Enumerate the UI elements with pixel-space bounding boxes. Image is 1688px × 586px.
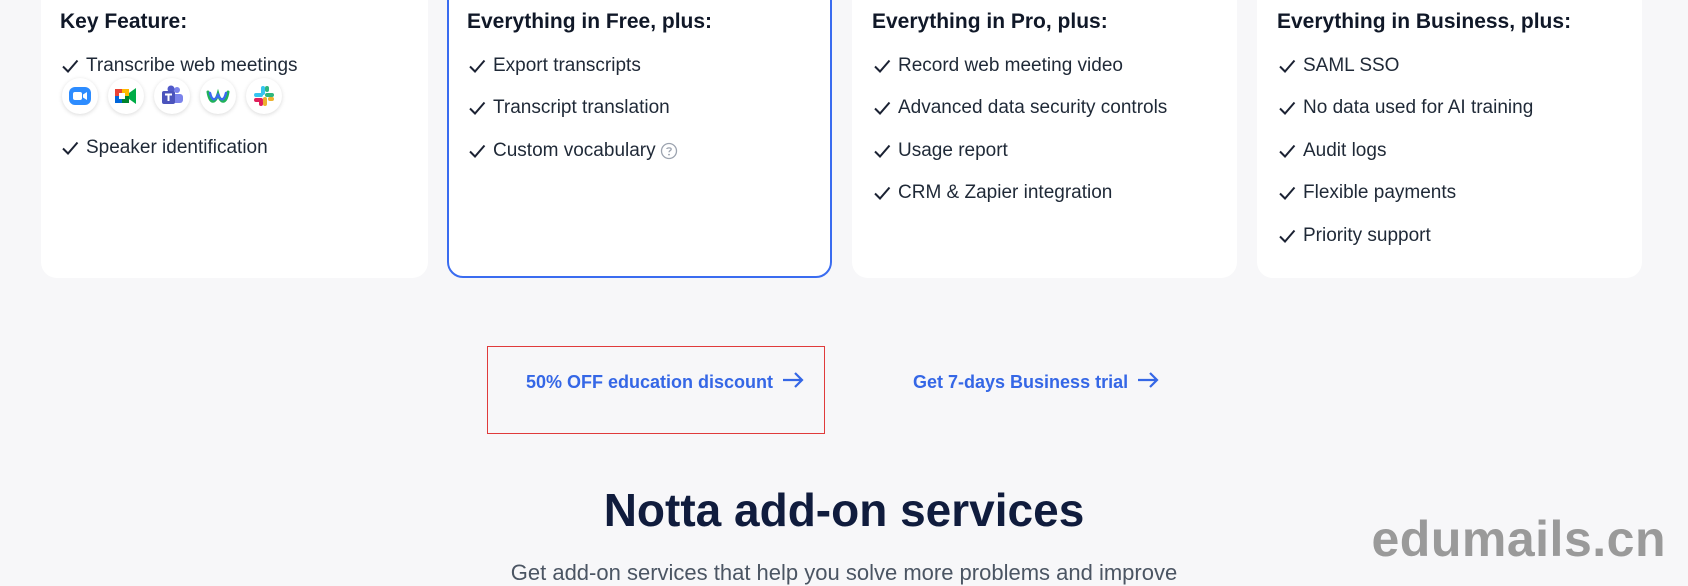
feature-label: Usage report (898, 140, 1008, 161)
zoom-icon (62, 78, 98, 114)
feature-item: Export transcripts (467, 55, 641, 77)
business-trial-label: Get 7-days Business trial (913, 372, 1129, 392)
feature-label: Audit logs (1303, 140, 1387, 161)
feature-label: Priority support (1303, 225, 1431, 246)
check-icon (872, 56, 892, 76)
check-icon (1277, 98, 1297, 118)
check-icon (872, 98, 892, 118)
check-icon (467, 56, 487, 76)
check-icon (872, 141, 892, 161)
feature-item: SAML SSO (1277, 55, 1399, 77)
plan-card-title: Everything in Pro, plus: (872, 10, 1108, 33)
feature-label: Record web meeting video (898, 55, 1123, 76)
plan-card-title: Everything in Free, plus: (467, 10, 713, 33)
feature-label: CRM & Zapier integration (898, 182, 1113, 203)
plan-card-free: Key Feature: Transcribe web meetings Spe… (41, 0, 428, 278)
feature-item: Audit logs (1277, 140, 1386, 162)
ms-teams-icon (154, 78, 190, 114)
plan-card-enterprise: Everything in Business, plus: SAML SSO N… (1257, 0, 1642, 278)
check-icon (60, 138, 80, 158)
feature-label: Flexible payments (1303, 182, 1457, 203)
feature-label: SAML SSO (1303, 55, 1400, 76)
check-icon (1277, 141, 1297, 161)
feature-item: Priority support (1277, 225, 1431, 247)
plan-card-title: Everything in Business, plus: (1277, 10, 1572, 33)
feature-item: Advanced data security controls (872, 97, 1167, 119)
feature-item: Usage report (872, 140, 1008, 162)
check-icon (60, 56, 80, 76)
feature-label: Export transcripts (493, 55, 641, 76)
arrow-right-icon (781, 371, 805, 394)
meeting-apps-row (62, 78, 282, 114)
feature-item: Custom vocabulary (467, 140, 678, 162)
feature-item: Transcribe web meetings (60, 55, 298, 77)
education-discount-link[interactable]: 50% OFF education discount (526, 371, 805, 394)
plan-card-business: Everything in Pro, plus: Record web meet… (852, 0, 1237, 278)
slack-icon (246, 78, 282, 114)
feature-label: Custom vocabulary (493, 140, 656, 161)
feature-item: CRM & Zapier integration (872, 182, 1112, 204)
feature-item: Record web meeting video (872, 55, 1123, 77)
feature-label: No data used for AI training (1303, 97, 1534, 118)
feature-label: Speaker identification (86, 137, 268, 158)
watermark: edumails.cn (1371, 511, 1666, 567)
feature-label: Transcript translation (493, 97, 670, 118)
check-icon (1277, 183, 1297, 203)
check-icon (1277, 226, 1297, 246)
feature-label: Advanced data security controls (898, 97, 1168, 118)
help-icon[interactable] (660, 142, 678, 160)
feature-item: Transcript translation (467, 97, 670, 119)
arrow-right-icon (1136, 371, 1160, 394)
google-meet-icon (108, 78, 144, 114)
feature-item: Speaker identification (60, 137, 268, 159)
check-icon (1277, 56, 1297, 76)
feature-label: Transcribe web meetings (86, 55, 298, 76)
check-icon (872, 183, 892, 203)
feature-item: No data used for AI training (1277, 97, 1533, 119)
plan-card-title: Key Feature: (60, 10, 188, 33)
check-icon (467, 98, 487, 118)
business-trial-link[interactable]: Get 7-days Business trial (913, 371, 1160, 394)
education-discount-label: 50% OFF education discount (526, 372, 774, 392)
feature-item: Flexible payments (1277, 182, 1456, 204)
plan-card-pro: Everything in Free, plus: Export transcr… (447, 0, 832, 278)
check-icon (467, 141, 487, 161)
webex-icon (200, 78, 236, 114)
